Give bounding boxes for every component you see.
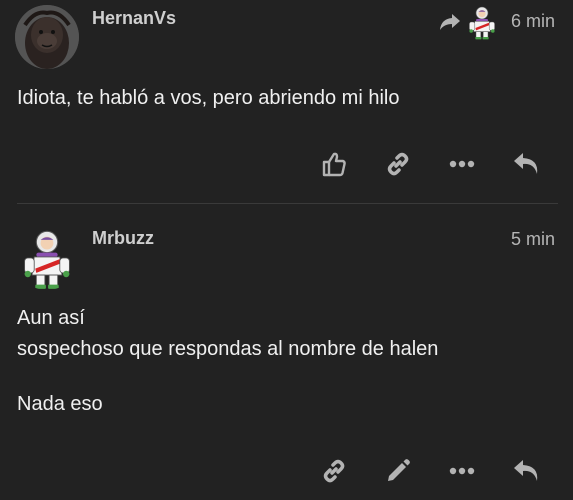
post-body: Aun así sospechoso que respondas al nomb… [17,303,438,420]
link-icon [323,459,345,483]
like-icon [322,152,346,177]
buzz-avatar-icon [15,226,79,290]
more-icon [449,467,475,475]
avatar[interactable] [15,226,79,290]
paragraph: Nada eso [17,393,103,415]
username[interactable]: Mrbuzz [92,228,154,249]
edit-button[interactable] [378,451,418,491]
post-divider [17,203,558,204]
copy-link-button[interactable] [314,451,354,491]
post-time[interactable]: 6 min [511,11,555,32]
avatar[interactable] [15,5,79,69]
post-body: Idiota, te habló a vos, pero abriendo mi… [17,83,399,114]
more-options-button[interactable] [442,451,482,491]
paragraph: sospechoso que respondas al nombre de ha… [17,338,439,360]
post-time[interactable]: 5 min [511,229,555,250]
more-icon [449,160,475,168]
more-options-button[interactable] [442,144,482,184]
reply-icon [514,460,538,481]
edit-icon [388,459,410,481]
buzz-avatar-icon [464,4,500,40]
reply-button[interactable] [506,451,546,491]
reply-to-indicator[interactable] [438,4,500,40]
username[interactable]: HernanVs [92,8,176,29]
link-icon [387,152,409,176]
paragraph: Idiota, te habló a vos, pero abriendo mi… [17,87,400,109]
reply-button[interactable] [506,144,546,184]
paragraph: Aun así [17,307,85,329]
reply-icon [514,153,538,174]
like-button[interactable] [314,144,354,184]
reply-arrow-icon [440,14,460,30]
copy-link-button[interactable] [378,144,418,184]
gorilla-avatar-icon [15,5,79,69]
